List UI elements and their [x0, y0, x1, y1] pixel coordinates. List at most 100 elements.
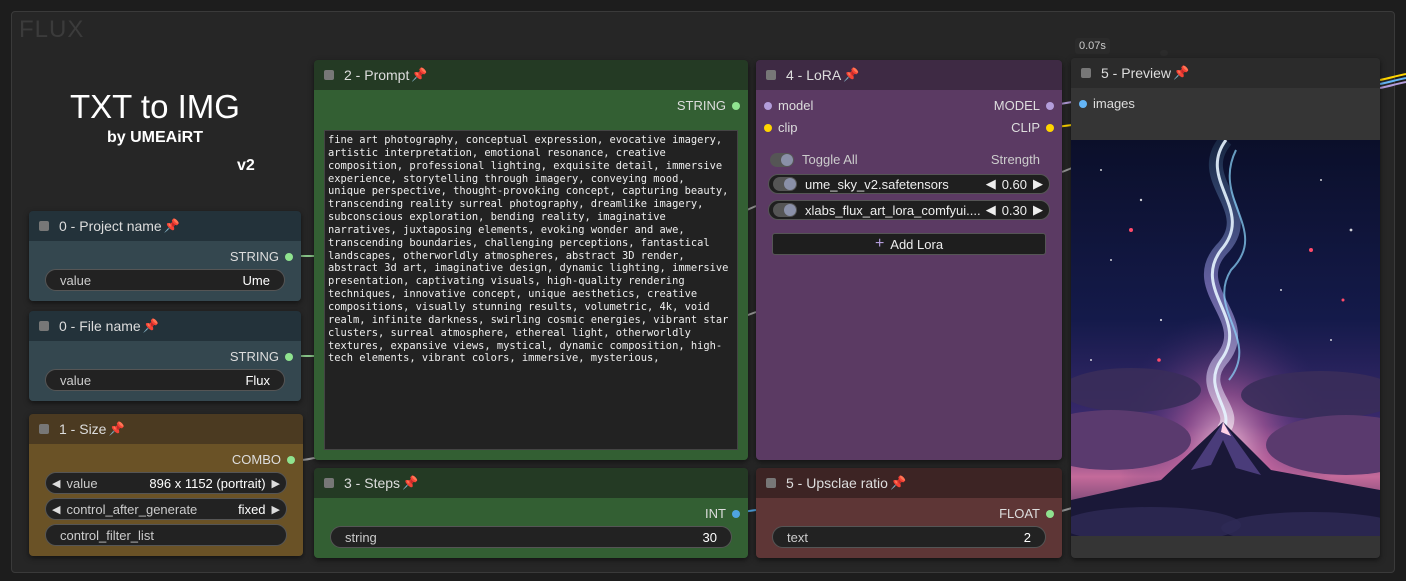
output-slot-string[interactable]: STRING: [677, 98, 740, 113]
lora-toggle[interactable]: [773, 203, 797, 217]
slot-label: model: [778, 98, 814, 113]
node-body: STRING fine art photography, conceptual …: [314, 90, 748, 460]
toggle-all-switch[interactable]: [770, 152, 794, 167]
output-slot-combo[interactable]: COMBO: [232, 452, 295, 467]
slot-dot-icon[interactable]: [764, 123, 772, 132]
collapse-icon[interactable]: [766, 70, 776, 80]
upscale-field[interactable]: text 2: [772, 526, 1046, 548]
collapse-icon[interactable]: [39, 424, 49, 434]
widget-value: 30: [702, 529, 717, 545]
widget-label: control_filter_list: [60, 527, 154, 543]
pin-icon: 📌: [108, 421, 125, 436]
lora-toggle[interactable]: [773, 177, 797, 191]
arrow-left-icon[interactable]: ◀: [52, 477, 60, 490]
node-lora[interactable]: 4 - LoRA 📌 model clip MODEL CLIP Toggle A…: [756, 60, 1062, 460]
preview-image[interactable]: [1071, 140, 1380, 536]
widget-value: fixed: [238, 501, 266, 517]
lora-strength[interactable]: 0.30: [1002, 203, 1027, 218]
slot-dot-icon[interactable]: [287, 455, 295, 464]
arrow-right-icon[interactable]: ▶: [272, 503, 280, 516]
add-lora-button[interactable]: + Add Lora: [772, 233, 1046, 255]
node-file-name[interactable]: 0 - File name 📌 STRING value Flux: [29, 311, 301, 401]
node-title: 0 - File name: [59, 318, 141, 334]
collapse-icon[interactable]: [1081, 68, 1091, 78]
plus-icon: +: [874, 235, 885, 252]
arrow-left-icon[interactable]: ◀: [986, 176, 996, 192]
arrow-left-icon[interactable]: ◀: [52, 503, 60, 516]
node-header[interactable]: 0 - Project name 📌: [29, 211, 301, 241]
slot-dot-icon[interactable]: [732, 101, 740, 110]
output-slot-float[interactable]: FLOAT: [999, 506, 1054, 521]
toggle-all[interactable]: Toggle All: [770, 152, 858, 167]
widget-label: string: [345, 529, 377, 545]
widget-value: Flux: [245, 372, 270, 388]
slot-dot-icon[interactable]: [1046, 101, 1054, 110]
arrow-right-icon[interactable]: ▶: [1033, 202, 1043, 218]
node-header[interactable]: 0 - File name 📌: [29, 311, 301, 341]
node-body: INT string 30: [314, 498, 748, 558]
output-slot-int[interactable]: INT: [705, 506, 740, 521]
output-slot-string[interactable]: STRING: [230, 349, 293, 364]
slot-label: CLIP: [1011, 120, 1040, 135]
node-prompt[interactable]: 2 - Prompt 📌 STRING fine art photography,…: [314, 60, 748, 460]
slot-dot-icon[interactable]: [732, 509, 740, 518]
node-body: COMBO ◀ value 896 x 1152 (portrait) ▶ ◀ …: [29, 444, 303, 556]
control-filter-list-field[interactable]: control_filter_list: [45, 524, 287, 546]
node-header[interactable]: 2 - Prompt 📌: [314, 60, 748, 90]
node-header[interactable]: 1 - Size 📌: [29, 414, 303, 444]
node-title: 4 - LoRA: [786, 67, 842, 83]
slot-label: STRING: [229, 349, 279, 364]
node-header[interactable]: 5 - Upsclae ratio 📌: [756, 468, 1062, 498]
node-header[interactable]: 3 - Steps 📌: [314, 468, 748, 498]
lora-row[interactable]: ume_sky_v2.safetensors ◀ 0.60 ▶: [768, 174, 1050, 194]
widget-value: 896 x 1152 (portrait): [149, 475, 266, 491]
input-slot-images[interactable]: images: [1079, 96, 1135, 111]
slot-dot-icon[interactable]: [1079, 99, 1087, 108]
node-upscale-ratio[interactable]: 5 - Upsclae ratio 📌 FLOAT text 2: [756, 468, 1062, 558]
steps-field[interactable]: string 30: [330, 526, 732, 548]
node-size[interactable]: 1 - Size 📌 COMBO ◀ value 896 x 1152 (port…: [29, 414, 303, 556]
slot-dot-icon[interactable]: [1046, 123, 1054, 132]
slot-dot-icon[interactable]: [1046, 509, 1054, 518]
node-steps[interactable]: 3 - Steps 📌 INT string 30: [314, 468, 748, 558]
lora-strength[interactable]: 0.60: [1002, 177, 1027, 192]
node-title: 5 - Upsclae ratio: [786, 475, 888, 491]
slot-label: INT: [705, 506, 726, 521]
collapse-icon[interactable]: [766, 478, 776, 488]
collapse-icon[interactable]: [324, 70, 334, 80]
size-combo[interactable]: ◀ value 896 x 1152 (portrait) ▶: [45, 472, 287, 494]
input-slot-clip[interactable]: clip: [764, 120, 798, 135]
slot-label: STRING: [676, 98, 726, 113]
toggle-all-label: Toggle All: [802, 152, 858, 167]
arrow-left-icon[interactable]: ◀: [986, 202, 996, 218]
collapse-icon[interactable]: [39, 221, 49, 231]
output-slot-clip[interactable]: CLIP: [1011, 120, 1054, 135]
arrow-right-icon[interactable]: ▶: [1033, 176, 1043, 192]
lora-name[interactable]: xlabs_flux_art_lora_comfyui....: [805, 203, 986, 218]
node-header[interactable]: 5 - Preview 📌: [1071, 58, 1380, 88]
slot-dot-icon[interactable]: [764, 101, 772, 110]
pin-icon: 📌: [889, 475, 907, 490]
slot-label: STRING: [229, 249, 279, 264]
value-widget[interactable]: value Flux: [45, 369, 285, 391]
output-slot-model[interactable]: MODEL: [994, 98, 1054, 113]
output-slot-string[interactable]: STRING: [230, 249, 293, 264]
node-header[interactable]: 4 - LoRA 📌: [756, 60, 1062, 90]
node-project-name[interactable]: 0 - Project name 📌 STRING value Ume: [29, 211, 301, 301]
slot-label: FLOAT: [999, 506, 1040, 521]
lora-row[interactable]: xlabs_flux_art_lora_comfyui.... ◀ 0.30 ▶: [768, 200, 1050, 220]
widget-label: text: [787, 529, 808, 545]
slot-label: clip: [778, 120, 798, 135]
arrow-right-icon[interactable]: ▶: [272, 477, 280, 490]
control-after-generate-combo[interactable]: ◀ control_after_generate fixed ▶: [45, 498, 287, 520]
lora-name[interactable]: ume_sky_v2.safetensors: [805, 177, 986, 192]
pin-icon: 📌: [402, 475, 419, 490]
cosmic-mountain-image: [1071, 140, 1380, 536]
value-widget[interactable]: value Ume: [45, 269, 285, 291]
prompt-textarea[interactable]: fine art photography, conceptual express…: [324, 130, 738, 450]
input-slot-model[interactable]: model: [764, 98, 813, 113]
collapse-icon[interactable]: [324, 478, 334, 488]
slot-dot-icon[interactable]: [285, 352, 293, 361]
collapse-icon[interactable]: [39, 321, 49, 331]
slot-dot-icon[interactable]: [285, 252, 293, 261]
